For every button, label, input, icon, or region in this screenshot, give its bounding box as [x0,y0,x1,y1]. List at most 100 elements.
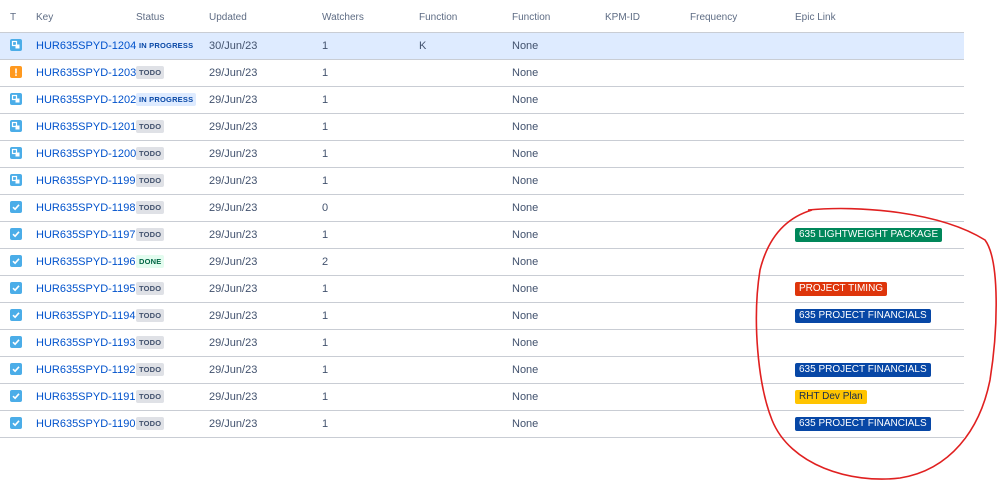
col-kpm-id[interactable]: KPM-ID [605,12,640,23]
status-cell: TODO [136,66,165,79]
epic-link-cell: 635 PROJECT FINANCIALS [795,363,931,377]
epic-link-cell: 635 PROJECT FINANCIALS [795,417,931,431]
status-cell: TODO [136,363,165,376]
issue-key-link[interactable]: HUR635SPYD-1197 [36,229,135,241]
table-row[interactable]: HUR635SPYD-1190 TODO 29/Jun/23 1 None 635 PRO… [0,411,964,438]
table-row[interactable]: HUR635SPYD-1195 TODO 29/Jun/23 1 None PROJECT… [0,276,964,303]
task-checkbox-icon [10,228,22,240]
status-cell: DONE [136,255,165,268]
watchers-count: 1 [322,418,329,430]
table-row[interactable]: HUR635SPYD-1194 TODO 29/Jun/23 1 None 635 PRO… [0,303,964,330]
col-updated[interactable]: Updated [209,12,247,23]
updated-date: 29/Jun/23 [209,310,258,322]
status-cell: TODO [136,120,165,133]
watchers-count: 1 [322,175,329,187]
table-row[interactable]: HUR635SPYD-1192 TODO 29/Jun/23 1 None 635 PRO… [0,357,964,384]
col-status[interactable]: Status [136,12,164,23]
updated-date: 29/Jun/23 [209,229,258,241]
epic-link-badge[interactable]: 635 PROJECT FINANCIALS [795,363,931,377]
status-cell: TODO [136,201,165,214]
issue-table: T Key Status Updated Watchers Function F… [0,0,964,438]
function-value-2: None [512,229,539,241]
watchers-count: 1 [322,148,329,160]
function-value-2: None [512,40,539,52]
issue-key-link[interactable]: HUR635SPYD-1202 [36,94,136,106]
subtask-icon [10,39,22,51]
watchers-count: 1 [322,94,329,106]
task-checkbox-icon [10,255,22,267]
table-row[interactable]: HUR635SPYD-1201 TODO 29/Jun/23 1 None [0,114,964,141]
updated-date: 29/Jun/23 [209,256,258,268]
function-value-2: None [512,202,539,214]
epic-link-badge[interactable]: RHT Dev Plan [795,390,867,404]
col-frequency[interactable]: Frequency [690,12,737,23]
issue-key-link[interactable]: HUR635SPYD-1199 [36,175,135,187]
table-row[interactable]: HUR635SPYD-1196 DONE 29/Jun/23 2 None [0,249,964,276]
issue-key-link[interactable]: HUR635SPYD-1196 [36,256,135,268]
status-lozenge: TODO [136,363,165,376]
issue-key-link[interactable]: HUR635SPYD-1193 [36,337,135,349]
issue-key-link[interactable]: HUR635SPYD-1201 [36,121,136,133]
table-row[interactable]: HUR635SPYD-1191 TODO 29/Jun/23 1 None RHT Dev… [0,384,964,411]
status-cell: TODO [136,309,165,322]
col-function-2[interactable]: Function [512,12,550,23]
subtask-icon [10,174,22,186]
table-header: T Key Status Updated Watchers Function F… [0,0,964,33]
status-lozenge: TODO [136,417,165,430]
epic-link-badge[interactable]: PROJECT TIMING [795,282,888,296]
status-cell: TODO [136,228,165,241]
status-lozenge: TODO [136,282,165,295]
table-row[interactable]: HUR635SPYD-1203 TODO 29/Jun/23 1 None [0,60,964,87]
function-value-2: None [512,310,539,322]
epic-link-badge[interactable]: 635 LIGHTWEIGHT PACKAGE [795,228,943,242]
table-row[interactable]: HUR635SPYD-1198 TODO 29/Jun/23 0 None [0,195,964,222]
updated-date: 29/Jun/23 [209,337,258,349]
watchers-count: 1 [322,337,329,349]
status-lozenge: TODO [136,336,165,349]
epic-link-cell: RHT Dev Plan [795,390,867,404]
table-row[interactable]: HUR635SPYD-1197 TODO 29/Jun/23 1 None 635 LIG… [0,222,964,249]
watchers-count: 1 [322,229,329,241]
status-cell: TODO [136,417,165,430]
watchers-count: 2 [322,256,329,268]
epic-link-badge[interactable]: 635 PROJECT FINANCIALS [795,309,931,323]
watchers-count: 1 [322,364,329,376]
updated-date: 29/Jun/23 [209,148,258,160]
table-row[interactable]: HUR635SPYD-1200 TODO 29/Jun/23 1 None [0,141,964,168]
function-value-2: None [512,418,539,430]
function-value-2: None [512,121,539,133]
function-value-2: None [512,337,539,349]
col-epic-link[interactable]: Epic Link [795,12,836,23]
status-cell: IN PROGRESS [136,93,197,106]
status-lozenge: TODO [136,390,165,403]
table-row[interactable]: HUR635SPYD-1202 IN PROGRESS 29/Jun/23 1 None [0,87,964,114]
col-key[interactable]: Key [36,12,53,23]
issue-key-link[interactable]: HUR635SPYD-1194 [36,310,135,322]
function-value-2: None [512,283,539,295]
col-function-1[interactable]: Function [419,12,457,23]
issue-key-link[interactable]: HUR635SPYD-1198 [36,202,135,214]
status-cell: TODO [136,174,165,187]
table-row[interactable]: HUR635SPYD-1193 TODO 29/Jun/23 1 None [0,330,964,357]
issue-key-link[interactable]: HUR635SPYD-1195 [36,283,135,295]
updated-date: 30/Jun/23 [209,40,258,52]
issue-key-link[interactable]: HUR635SPYD-1191 [36,391,135,403]
status-lozenge: TODO [136,228,165,241]
epic-link-badge[interactable]: 635 PROJECT FINANCIALS [795,417,931,431]
issue-key-link[interactable]: HUR635SPYD-1203 [36,67,136,79]
issue-key-link[interactable]: HUR635SPYD-1200 [36,148,136,160]
watchers-count: 1 [322,40,329,52]
col-watchers[interactable]: Watchers [322,12,364,23]
issue-key-link[interactable]: HUR635SPYD-1192 [36,364,135,376]
subtask-icon [10,93,22,105]
watchers-count: 1 [322,310,329,322]
updated-date: 29/Jun/23 [209,94,258,106]
status-lozenge: TODO [136,147,165,160]
watchers-count: 1 [322,121,329,133]
updated-date: 29/Jun/23 [209,202,258,214]
col-type[interactable]: T [10,12,16,23]
table-row[interactable]: HUR635SPYD-1204 IN PROGRESS 30/Jun/23 1 K Non… [0,33,964,60]
issue-key-link[interactable]: HUR635SPYD-1204 [36,40,136,52]
table-row[interactable]: HUR635SPYD-1199 TODO 29/Jun/23 1 None [0,168,964,195]
issue-key-link[interactable]: HUR635SPYD-1190 [36,418,135,430]
